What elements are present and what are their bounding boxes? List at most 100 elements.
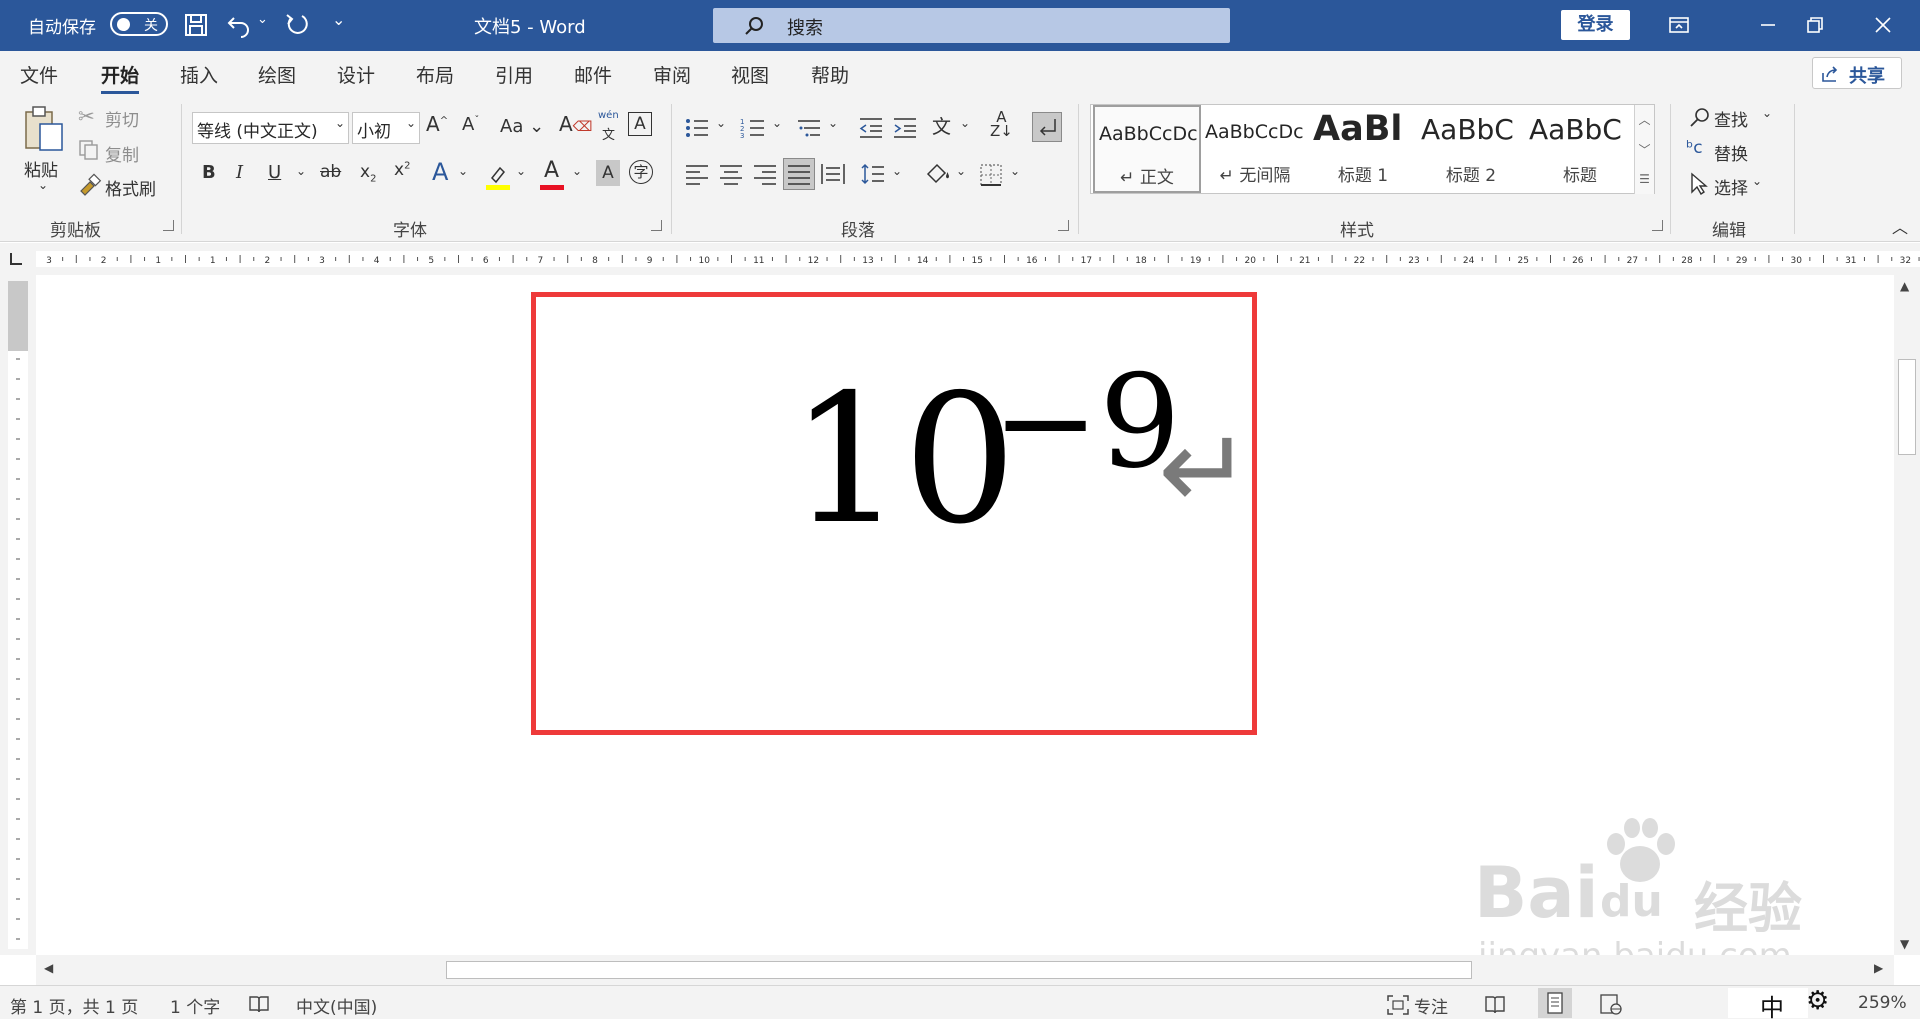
- bullets-icon[interactable]: [684, 116, 710, 140]
- underline-icon[interactable]: U: [268, 162, 281, 183]
- paste-icon[interactable]: [22, 104, 68, 154]
- copy-label[interactable]: 复制: [105, 141, 139, 166]
- strikethrough-icon[interactable]: ab: [320, 162, 341, 182]
- autosave-toggle[interactable]: 关: [110, 12, 168, 36]
- ime-settings-icon[interactable]: ⚙: [1806, 986, 1829, 1016]
- close-icon[interactable]: [1868, 10, 1898, 40]
- line-spacing-dropdown-icon[interactable]: ⌄: [892, 164, 902, 178]
- redo-icon[interactable]: [283, 12, 309, 38]
- word-count[interactable]: 1 个字: [170, 993, 220, 1018]
- clipboard-dialog-launcher[interactable]: [163, 220, 174, 231]
- enclose-characters-icon[interactable]: 字: [629, 160, 653, 184]
- print-layout-icon[interactable]: [1538, 988, 1572, 1018]
- grow-font-icon[interactable]: A^: [426, 112, 448, 136]
- horizontal-scrollbar[interactable]: ◀ ▶: [36, 955, 1894, 985]
- scroll-left-icon[interactable]: ◀: [44, 961, 53, 975]
- ime-mode-indicator[interactable]: 中: [1760, 988, 1784, 1023]
- vertical-scrollbar[interactable]: ▲ ▼: [1894, 275, 1920, 955]
- character-shading-icon[interactable]: A: [596, 160, 620, 186]
- character-border-icon[interactable]: A: [628, 112, 652, 136]
- find-label[interactable]: 查找: [1714, 106, 1748, 131]
- change-case-button[interactable]: Aa ⌄: [500, 116, 544, 137]
- font-color-dropdown-icon[interactable]: ⌄: [572, 164, 582, 178]
- read-mode-icon[interactable]: [1484, 994, 1506, 1016]
- minimize-icon[interactable]: [1753, 10, 1783, 40]
- sort-icon[interactable]: A Z↓: [990, 110, 1013, 139]
- shading-dropdown-icon[interactable]: ⌄: [956, 164, 966, 178]
- borders-icon[interactable]: [978, 162, 1004, 188]
- bullets-dropdown-icon[interactable]: ⌄: [716, 116, 726, 130]
- scroll-down-icon[interactable]: ▼: [1900, 937, 1909, 951]
- numbering-dropdown-icon[interactable]: ⌄: [772, 116, 782, 130]
- paste-dropdown-icon[interactable]: ⌄: [38, 178, 48, 192]
- distributed-icon[interactable]: [820, 162, 846, 186]
- style-heading-1[interactable]: AaBl 标题 1: [1309, 105, 1417, 193]
- undo-dropdown-icon[interactable]: ⌄: [257, 12, 268, 27]
- horizontal-scroll-thumb[interactable]: [446, 961, 1472, 979]
- italic-icon[interactable]: I: [236, 162, 243, 183]
- styles-scroll-up-icon[interactable]: ︿: [1634, 105, 1654, 135]
- vertical-scroll-thumb[interactable]: [1898, 359, 1916, 455]
- find-dropdown-icon[interactable]: ⌄: [1762, 106, 1772, 120]
- tab-file[interactable]: 文件: [20, 61, 58, 88]
- zoom-level[interactable]: 259%: [1858, 993, 1907, 1013]
- justify-icon[interactable]: [783, 158, 815, 190]
- text-direction-dropdown-icon[interactable]: ⌄: [960, 116, 970, 130]
- increase-indent-icon[interactable]: [892, 116, 918, 140]
- customize-toolbar-icon[interactable]: ⌄: [332, 10, 345, 29]
- styles-dialog-launcher[interactable]: [1652, 220, 1663, 231]
- font-dialog-launcher[interactable]: [651, 220, 662, 231]
- replace-icon[interactable]: ᵇc: [1686, 138, 1703, 158]
- shading-icon[interactable]: [924, 160, 952, 188]
- text-direction-icon[interactable]: 文: [932, 112, 951, 139]
- style-no-spacing[interactable]: AaBbCcDc ↵ 无间隔: [1201, 105, 1309, 193]
- underline-dropdown-icon[interactable]: ⌄: [296, 164, 306, 178]
- tab-selector-icon[interactable]: [10, 253, 22, 265]
- clear-formatting-icon[interactable]: A⌫: [559, 112, 592, 136]
- scroll-right-icon[interactable]: ▶: [1874, 961, 1883, 975]
- borders-dropdown-icon[interactable]: ⌄: [1010, 164, 1020, 178]
- collapse-ribbon-icon[interactable]: ︿: [1892, 214, 1908, 238]
- search-box[interactable]: 搜索: [713, 8, 1230, 43]
- style-title[interactable]: AaBbC 标题: [1525, 105, 1635, 193]
- focus-icon[interactable]: [1386, 994, 1410, 1016]
- bold-icon[interactable]: B: [202, 162, 216, 183]
- style-heading-2[interactable]: AaBbC 标题 2: [1417, 105, 1525, 193]
- shrink-font-icon[interactable]: Aˇ: [462, 114, 479, 135]
- formula-base[interactable]: 10: [790, 370, 1017, 550]
- proofing-icon[interactable]: [248, 994, 270, 1014]
- numbering-icon[interactable]: 123: [740, 116, 766, 140]
- tab-mailings[interactable]: 邮件: [574, 61, 612, 88]
- phonetic-guide-bottom[interactable]: 文: [602, 124, 615, 143]
- tab-layout[interactable]: 布局: [416, 61, 454, 88]
- styles-more-icon[interactable]: ☰: [1634, 164, 1654, 194]
- save-icon[interactable]: [184, 13, 208, 37]
- highlight-color-icon[interactable]: [484, 162, 512, 192]
- tab-view[interactable]: 视图: [731, 61, 769, 88]
- login-button[interactable]: 登录: [1561, 10, 1630, 40]
- tab-draw[interactable]: 绘图: [258, 61, 296, 88]
- align-center-icon[interactable]: [718, 162, 744, 186]
- styles-scroll-down-icon[interactable]: ﹀: [1634, 135, 1654, 165]
- formula-exponent[interactable]: −9: [992, 358, 1181, 488]
- multilevel-dropdown-icon[interactable]: ⌄: [828, 116, 838, 130]
- format-painter-icon[interactable]: [78, 173, 102, 197]
- tab-review[interactable]: 审阅: [653, 61, 691, 88]
- restore-icon[interactable]: [1800, 10, 1830, 40]
- cut-icon[interactable]: ✂: [78, 104, 95, 128]
- tab-references[interactable]: 引用: [495, 61, 533, 88]
- font-name-select[interactable]: 等线 (中文正文): [192, 112, 349, 144]
- text-effects-dropdown-icon[interactable]: ⌄: [458, 164, 468, 178]
- font-color-icon[interactable]: A: [538, 158, 566, 192]
- highlight-dropdown-icon[interactable]: ⌄: [516, 164, 526, 178]
- paragraph-dialog-launcher[interactable]: [1058, 220, 1069, 231]
- share-button[interactable]: 共享: [1812, 57, 1902, 89]
- align-left-icon[interactable]: [684, 162, 710, 186]
- multilevel-list-icon[interactable]: [796, 116, 822, 140]
- copy-icon[interactable]: [78, 139, 100, 161]
- style-normal[interactable]: AaBbCcDc ↵ 正文: [1093, 105, 1201, 193]
- focus-label[interactable]: 专注: [1414, 993, 1448, 1018]
- tab-help[interactable]: 帮助: [811, 61, 849, 88]
- language-status[interactable]: 中文(中国): [296, 993, 377, 1018]
- web-layout-icon[interactable]: [1598, 992, 1624, 1016]
